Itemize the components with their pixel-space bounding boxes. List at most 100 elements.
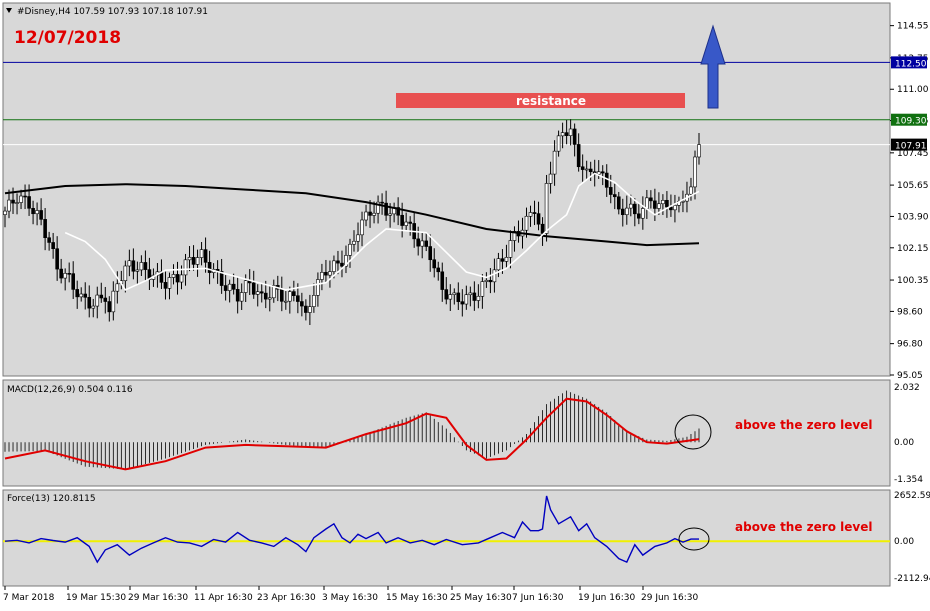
candle-body (653, 200, 657, 209)
price-axis-label: 100.35 (897, 276, 929, 286)
time-axis-label: 3 May 16:30 (322, 593, 378, 603)
candle-body (404, 221, 408, 226)
time-axis-label: 19 Jun 16:30 (578, 593, 635, 603)
candle-body (480, 281, 485, 297)
candle-body (79, 293, 84, 298)
candle-body (279, 288, 284, 302)
candle-body (440, 271, 445, 290)
candle-body (31, 207, 35, 215)
candle-body (641, 208, 645, 219)
candle-body (203, 249, 208, 263)
candle-body (468, 292, 473, 296)
candle-body (629, 203, 633, 209)
candle-body (560, 132, 565, 137)
candle-body (35, 210, 39, 215)
candle-body (368, 211, 372, 216)
candle-body (223, 285, 228, 291)
candle-body (67, 273, 71, 275)
candle-body (71, 273, 75, 290)
candle-body (336, 260, 340, 264)
candle-body (608, 187, 613, 195)
candle-body (456, 292, 461, 302)
candle-body (312, 295, 316, 307)
time-axis-label: 15 May 16:30 (386, 593, 448, 603)
candle-body (316, 279, 320, 296)
time-axis-label: 19 Mar 15:30 (66, 593, 126, 603)
candle-body (540, 223, 545, 234)
candle-body (163, 282, 168, 289)
candle-body (472, 292, 477, 301)
candle-body (488, 279, 493, 283)
candle-body (564, 132, 569, 136)
candle-body (492, 269, 497, 283)
candle-body (536, 213, 541, 225)
candle-body (131, 260, 136, 272)
candle-body (384, 202, 388, 216)
candle-body (476, 295, 481, 301)
candle-body (95, 294, 100, 307)
candle-body (496, 258, 501, 271)
candle-body (645, 197, 649, 209)
candle-body (320, 272, 324, 280)
force-info: Force(13) 120.8115 (7, 494, 96, 504)
candle-body (661, 199, 665, 205)
candle-body (464, 294, 469, 305)
time-axis-label: 29 Mar 16:30 (128, 593, 188, 603)
candle-body (340, 262, 344, 267)
candle-body (408, 221, 412, 224)
candle-body (624, 207, 629, 216)
candle-body (39, 210, 43, 220)
candle-body (107, 301, 112, 313)
macd-annotation: above the zero level (735, 418, 872, 432)
candle-body (693, 156, 697, 188)
candle-body (348, 243, 352, 256)
level-price-label: 112.50 (895, 59, 927, 69)
candle-body (19, 195, 23, 203)
candle-body (135, 269, 140, 272)
candle-body (556, 135, 561, 152)
candle-body (673, 205, 677, 211)
candle-body (187, 257, 192, 261)
candle-body (27, 196, 31, 209)
candle-body (436, 267, 441, 273)
candle-body (332, 260, 336, 272)
time-axis-label: 23 Apr 16:30 (257, 593, 316, 603)
level-price-label: 109.30 (895, 117, 927, 127)
candle-body (657, 203, 661, 209)
candle-body (59, 268, 63, 279)
candle-body (207, 262, 212, 273)
candle-body (388, 213, 392, 216)
candle-body (428, 246, 433, 261)
candle-body (243, 280, 248, 293)
candle-body (448, 294, 453, 300)
candle-body (356, 234, 360, 242)
candle-body (328, 271, 332, 276)
candle-body (199, 249, 204, 258)
candle-body (123, 265, 128, 282)
candle-body (612, 194, 617, 198)
price-axis-label: 96.80 (897, 340, 923, 350)
candle-body (255, 291, 260, 295)
chart-window: 114.55112.75111.00109.25107.45105.65103.… (0, 0, 930, 607)
symbol-info: #Disney,H4 107.59 107.93 107.18 107.91 (17, 7, 208, 17)
candle-body (572, 128, 577, 145)
candle-body (191, 257, 196, 265)
candle-body (444, 289, 449, 300)
candle-body (87, 297, 92, 309)
candle-body (372, 212, 376, 216)
candle-body (115, 283, 120, 292)
candle-body (424, 240, 429, 247)
force-annotation: above the zero level (735, 520, 872, 534)
candle-body (576, 144, 581, 168)
candle-body (600, 171, 605, 174)
candle-body (15, 202, 19, 204)
candle-body (544, 183, 549, 234)
candle-body (3, 210, 7, 215)
candle-body (616, 196, 621, 210)
candle-body (83, 293, 88, 298)
candle-body (432, 259, 437, 269)
force-panel (3, 490, 890, 586)
candle-body (171, 274, 176, 278)
candle-body (11, 199, 15, 204)
candle-body (235, 289, 240, 302)
